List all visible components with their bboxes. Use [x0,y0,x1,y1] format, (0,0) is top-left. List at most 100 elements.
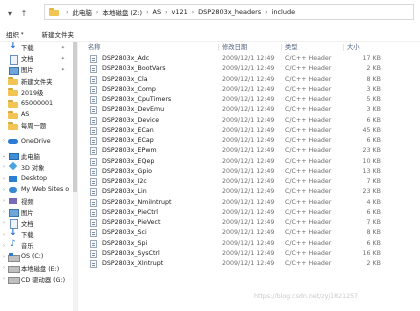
breadcrumb-item-this-pc[interactable]: 此电脑 [72,7,92,17]
file-date: 2009/12/1 12:49 [222,126,275,134]
column-header-type[interactable]: 类型 [285,42,298,52]
breadcrumb-item-as[interactable]: AS [153,8,162,16]
table-row[interactable]: DSP2803x_PieCtrl 2009/12/1 12:49 C/C++ Hea… [84,208,420,218]
chevron-right-icon[interactable]: › [0,209,8,215]
sidebar-item-downloads-pinned[interactable]: 下载 ✦ [0,42,77,53]
sidebar-item-pictures-pinned[interactable]: 图片 ✦ [0,64,77,75]
sidebar-item-drive-e[interactable]: › 本地磁盘 (E:) [0,263,77,274]
file-name: DSP2803x_EPwm [102,147,157,155]
chevron-right-icon[interactable]: › [0,187,8,193]
chevron-right-icon[interactable]: › [0,198,8,204]
address-bar[interactable]: › 此电脑 › 本地磁盘 (Z:) › AS › v121 › DSP2803x… [44,4,414,20]
sidebar-item-desktop[interactable]: › Desktop [0,173,77,184]
chevron-right-icon[interactable]: › [96,9,98,16]
sidebar-item-music[interactable]: › 音乐 [0,239,77,251]
column-header-size[interactable]: 大小 [347,42,360,52]
chevron-down-icon[interactable]: ⌄ [0,153,8,159]
table-row[interactable]: DSP2803x_EPwm 2009/12/1 12:49 C/C++ Header… [84,146,420,156]
breadcrumb-item-include[interactable]: include [272,8,296,16]
chevron-right-icon[interactable]: › [0,164,8,170]
folder-icon [8,77,18,86]
file-name: DSP2803x_NmiIntrupt [102,198,172,206]
table-row[interactable]: DSP2803x_BootVars 2009/12/1 12:49 C/C++ He… [84,64,420,74]
sidebar-item-os-c[interactable]: › OS (C:) [0,251,77,262]
table-row[interactable]: DSP2803x_Cla 2009/12/1 12:49 C/C++ Header 8… [84,75,420,85]
file-name: DSP2803x_Comp [102,85,156,93]
file-date: 2009/12/1 12:49 [222,178,275,185]
breadcrumb-item-v121[interactable]: v121 [171,8,187,16]
table-row[interactable]: DSP2803x_Adc 2009/12/1 12:49 C/C++ Header 1… [84,54,420,64]
chevron-right-icon[interactable]: › [0,138,8,144]
file-name: DSP2803x_Lin [102,188,147,196]
sidebar-item-2019[interactable]: 2019级 [0,87,77,98]
column-header-date[interactable]: 修改日期 [222,42,247,52]
sidebar-item-cd-drive-g[interactable]: › CD 驱动器 (G:) [0,274,77,285]
chevron-right-icon[interactable]: › [0,243,8,249]
column-divider[interactable] [343,44,344,51]
table-row[interactable]: DSP2803x_Sci 2009/12/1 12:49 C/C++ Header 8… [84,228,420,238]
table-row[interactable]: DSP2803x_Comp 2009/12/1 12:49 C/C++ Header… [84,85,420,95]
breadcrumb-item-drive-z[interactable]: 本地磁盘 (Z:) [102,7,142,17]
table-row[interactable]: DSP2803x_SysCtrl 2009/12/1 12:49 C/C++ Hea… [84,249,420,259]
column-header-name[interactable]: 名称 [88,42,101,52]
file-size: 2 KB [366,260,381,267]
sidebar-item-weekly[interactable]: 每周一题 [0,120,77,131]
chevron-right-icon[interactable]: › [265,9,267,16]
file-type: C/C++ Header [285,239,332,247]
cd-drive-icon [8,275,20,285]
sidebar-item-as[interactable]: AS [0,109,77,120]
header-file-icon [90,147,97,156]
table-row[interactable]: DSP2803x_DevEmu 2009/12/1 12:49 C/C++ Head… [84,105,420,115]
file-list: 名称 修改日期 类型 大小 DSP2803x_Adc 2009/12/1 12:4… [84,42,420,311]
organize-button[interactable]: 组织 ▾ [6,29,24,39]
sidebar-item-3d-objects[interactable]: › 3D 对象 [0,162,77,173]
file-name: DSP2803x_PieCtrl [102,208,159,216]
column-divider[interactable] [281,44,282,51]
sidebar-item-this-pc[interactable]: ⌄ 此电脑 [0,151,77,162]
file-name: DSP2803x_Cla [102,75,148,83]
table-row[interactable]: DSP2803x_XIntrupt 2009/12/1 12:49 C/C++ He… [84,259,420,269]
file-size: 7 KB [366,178,381,185]
sidebar-item-onedrive[interactable]: › OneDrive [0,136,77,147]
breadcrumb-item-headers[interactable]: DSP2803x_headers [198,8,261,16]
chevron-right-icon[interactable]: › [192,9,194,16]
chevron-right-icon[interactable]: › [146,9,148,16]
sidebar-item-label: OS (C:) [21,253,44,261]
file-type: C/C++ Header [285,85,332,93]
table-row[interactable]: DSP2803x_Lin 2009/12/1 12:49 C/C++ Header 2… [84,187,420,197]
chevron-right-icon[interactable]: › [0,176,8,182]
chevron-right-icon[interactable]: › [0,232,8,238]
chevron-right-icon[interactable]: › [0,254,8,260]
table-row[interactable]: DSP2803x_ECap 2009/12/1 12:49 C/C++ Header… [84,136,420,146]
table-row[interactable]: DSP2803x_NmiIntrupt 2009/12/1 12:49 C/C++ … [84,198,420,208]
chevron-right-icon[interactable]: › [0,276,8,282]
up-arrow-icon[interactable]: ↑ [18,3,30,23]
sidebar-item-videos[interactable]: › 视频 [0,195,77,206]
file-type: C/C++ Header [285,137,332,144]
sidebar-item-web-sites[interactable]: › My Web Sites o [0,184,77,195]
chevron-right-icon[interactable]: › [165,9,167,16]
column-divider[interactable] [218,44,219,51]
table-row[interactable]: DSP2803x_CpuTimers 2009/12/1 12:49 C/C++ H… [84,95,420,105]
sidebar-item-pictures[interactable]: › 图片 [0,207,77,218]
file-date: 2009/12/1 12:49 [222,137,275,144]
scrollbar-thumb[interactable] [73,42,77,192]
header-file-icon [90,106,97,115]
table-row[interactable]: DSP2803x_ECan 2009/12/1 12:49 C/C++ Header… [84,126,420,136]
new-folder-button[interactable]: 新建文件夹 [42,29,75,39]
table-row[interactable]: DSP2803x_Device 2009/12/1 12:49 C/C++ Head… [84,116,420,126]
sidebar-item-65000001[interactable]: 65000001 [0,98,77,109]
table-row[interactable]: DSP2803x_Spi 2009/12/1 12:49 C/C++ Header 6… [84,239,420,249]
table-row[interactable]: DSP2803x_EQep 2009/12/1 12:49 C/C++ Header… [84,157,420,167]
chevron-right-icon[interactable]: › [0,220,8,226]
table-row[interactable]: DSP2803x_PieVect 2009/12/1 12:49 C/C++ Hea… [84,218,420,228]
sidebar-item-documents-pinned[interactable]: 文档 ✦ [0,53,77,65]
chevron-down-icon[interactable]: ▾ [4,3,16,23]
sidebar-scrollbar[interactable] [73,42,77,311]
chevron-right-icon[interactable]: › [0,265,8,271]
table-row[interactable]: DSP2803x_Gpio 2009/12/1 12:49 C/C++ Header… [84,167,420,177]
header-file-icon [90,208,97,217]
sidebar-item-new-folder[interactable]: 新建文件夹 [0,76,77,87]
table-row[interactable]: DSP2803x_I2c 2009/12/1 12:49 C/C++ Header 7… [84,177,420,187]
chevron-right-icon[interactable]: › [66,9,68,16]
